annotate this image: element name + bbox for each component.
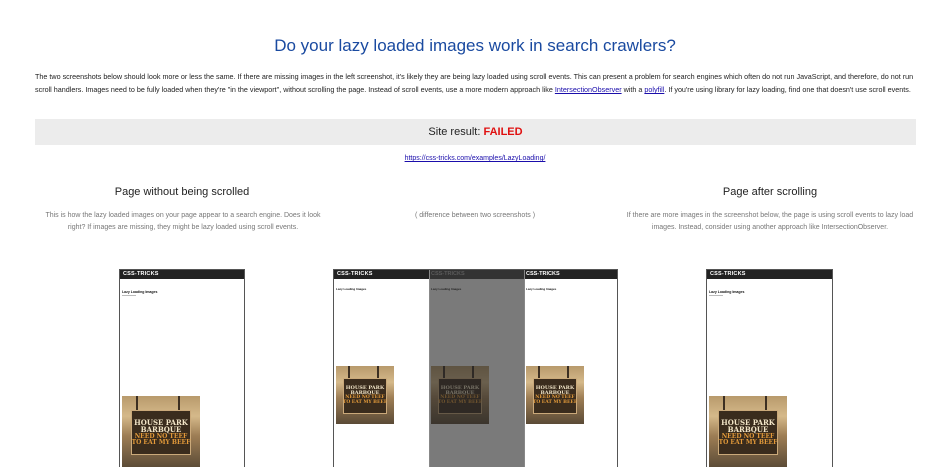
tested-url-link[interactable]: https://css-tricks.com/examples/LazyLoad… bbox=[0, 155, 950, 162]
right-column-heading: Page after scrolling bbox=[722, 186, 818, 198]
screenshot-not-scrolled: CSS-TRICKS Lazy Loading Images HOUSE PAR… bbox=[119, 269, 245, 467]
screenshot-page-heading: Lazy Loading Images bbox=[122, 290, 158, 294]
screenshot-divider bbox=[122, 295, 136, 296]
sign-line-4: TO EAT MY BEEF bbox=[342, 399, 388, 405]
intro-paragraph: The two screenshots below should look mo… bbox=[35, 70, 915, 96]
sign-board: HOUSE PARK BARBQUE NEED NO TEEF TO EAT M… bbox=[342, 377, 388, 414]
intro-text-2: with a bbox=[621, 85, 645, 94]
middle-column-description: ( difference between two screenshots ) bbox=[414, 212, 536, 219]
screenshot-site-header: CSS-TRICKS bbox=[707, 270, 832, 279]
sign-line-4: TO EAT MY BEEF bbox=[131, 439, 191, 447]
bbq-sign-image: HOUSE PARK BARBQUE NEED NO TEEF TO EAT M… bbox=[336, 366, 394, 424]
sign-board: HOUSE PARK BARBQUE NEED NO TEEF TO EAT M… bbox=[131, 410, 191, 456]
left-column-heading: Page without being scrolled bbox=[114, 186, 250, 198]
site-result-status: FAILED bbox=[483, 126, 523, 138]
bbq-sign-image: HOUSE PARK BARBQUE NEED NO TEEF TO EAT M… bbox=[122, 396, 200, 467]
intro-text-3: . If you're using library for lazy loadi… bbox=[664, 85, 911, 94]
screenshot-site-header: CSS-TRICKS bbox=[120, 270, 244, 279]
intersectionobserver-link[interactable]: IntersectionObserver bbox=[555, 85, 622, 94]
sign-board: HOUSE PARK BARBQUE NEED NO TEEF TO EAT M… bbox=[718, 410, 778, 456]
site-result-bar: Site result: FAILED bbox=[35, 119, 916, 145]
screenshot-after-scrolling: CSS-TRICKS Lazy Loading Images HOUSE PAR… bbox=[706, 269, 833, 467]
screenshot-page-heading: Lazy Loading Images bbox=[526, 287, 557, 291]
sign-line-4: TO EAT MY BEEF bbox=[532, 399, 578, 405]
page-title: Do your lazy loaded images work in searc… bbox=[274, 36, 676, 55]
panel-divider bbox=[524, 270, 525, 467]
left-column-description: This is how the lazy loaded images on yo… bbox=[45, 212, 321, 231]
sign-board: HOUSE PARK BARBQUE NEED NO TEEF TO EAT M… bbox=[532, 377, 578, 414]
panel-divider bbox=[429, 270, 430, 467]
site-result-label: Site result: bbox=[428, 126, 484, 138]
screenshot-page-heading: Lazy Loading Images bbox=[709, 290, 745, 294]
right-column-description: If there are more images in the screensh… bbox=[626, 212, 914, 231]
screenshot-difference: CSS-TRICKS CSS-TRICKS CSS-TRICKS Lazy Lo… bbox=[333, 269, 618, 467]
difference-overlay bbox=[429, 270, 524, 467]
polyfill-link[interactable]: polyfill bbox=[644, 85, 664, 94]
bbq-sign-image: HOUSE PARK BARBQUE NEED NO TEEF TO EAT M… bbox=[709, 396, 787, 467]
sign-line-4: TO EAT MY BEEF bbox=[718, 439, 778, 447]
bbq-sign-image: HOUSE PARK BARBQUE NEED NO TEEF TO EAT M… bbox=[526, 366, 584, 424]
after-site-header: CSS-TRICKS bbox=[524, 270, 617, 279]
screenshot-divider bbox=[709, 295, 723, 296]
screenshot-page-heading: Lazy Loading Images bbox=[336, 287, 367, 291]
